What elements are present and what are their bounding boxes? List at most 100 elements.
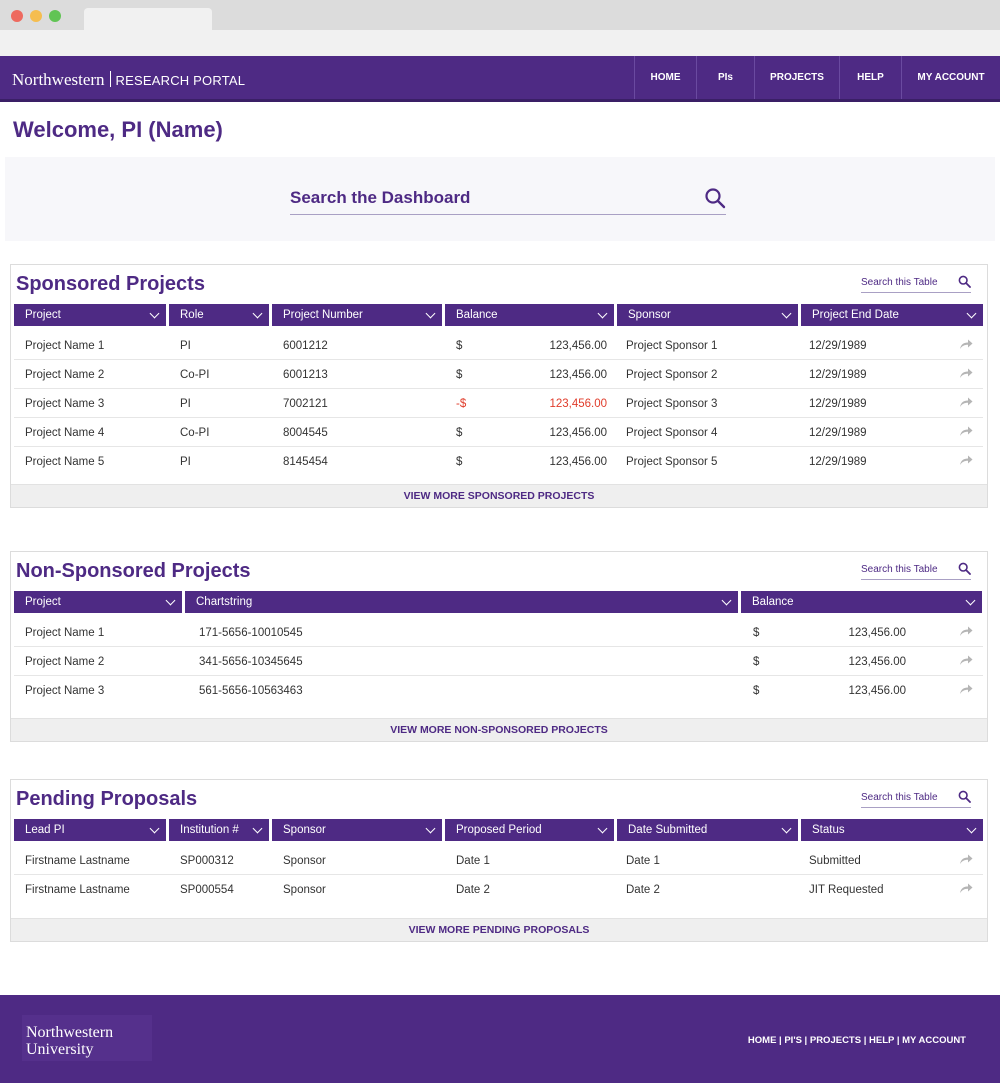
column-header-date-submitted[interactable]: Date Submitted (617, 819, 798, 841)
table-row[interactable]: Project Name 4 Co-PI 8004545 $ 123,456.0… (14, 418, 983, 447)
column-header-institution[interactable]: Institution # (169, 819, 269, 841)
table-row[interactable]: Project Name 3 PI 7002121 -$ 123,456.00 … (14, 389, 983, 418)
column-label: Role (180, 309, 204, 321)
nav-projects[interactable]: PROJECTS (754, 56, 839, 99)
chevron-down-icon (149, 308, 160, 318)
balance-amount: 123,456.00 (549, 398, 607, 410)
forward-arrow-icon[interactable] (959, 425, 973, 440)
table-row[interactable]: Project Name 5 PI 8145454 $ 123,456.00 P… (14, 447, 983, 476)
browser-tab[interactable] (84, 8, 212, 34)
column-header-project-end-date[interactable]: Project End Date (801, 304, 983, 326)
pending-proposals-title: Pending Proposals (16, 788, 198, 810)
view-more-non-sponsored-button[interactable]: VIEW MORE NON-SPONSORED PROJECTS (11, 718, 987, 741)
project-name: Project Name 2 (25, 656, 105, 668)
nav-pis[interactable]: PIs (696, 56, 754, 99)
footer-link-projects[interactable]: PROJECTS (810, 1035, 861, 1046)
column-header-sponsor[interactable]: Sponsor (272, 819, 442, 841)
forward-arrow-icon[interactable] (959, 454, 973, 469)
forward-arrow-icon[interactable] (959, 367, 973, 382)
balance-amount: 123,456.00 (848, 656, 906, 668)
non-sponsored-projects-title: Non-Sponsored Projects (16, 560, 251, 582)
forward-arrow-icon[interactable] (959, 338, 973, 353)
forward-arrow-icon[interactable] (959, 882, 973, 897)
table-search-label: Search this Table (861, 277, 938, 288)
non-sponsored-table-search[interactable]: Search this Table (861, 562, 971, 580)
search-icon[interactable] (704, 187, 726, 214)
sponsored-table-search[interactable]: Search this Table (861, 275, 971, 293)
column-header-project-number[interactable]: Project Number (272, 304, 442, 326)
table-row[interactable]: Project Name 1 PI 6001212 $ 123,456.00 P… (14, 331, 983, 360)
sponsored-projects-title: Sponsored Projects (16, 273, 205, 295)
nav-home[interactable]: HOME (634, 56, 696, 99)
project-name: Project Name 2 (25, 369, 105, 381)
role: Co-PI (180, 369, 210, 381)
column-header-lead-pi[interactable]: Lead PI (14, 819, 166, 841)
column-header-proposed-period[interactable]: Proposed Period (445, 819, 614, 841)
column-label: Project (25, 596, 61, 608)
project-name: Project Name 5 (25, 456, 105, 468)
chevron-down-icon (597, 823, 608, 833)
table-row[interactable]: Firstname Lastname SP000554 Sponsor Date… (14, 875, 983, 904)
column-header-sponsor[interactable]: Sponsor (617, 304, 798, 326)
project-name: Project Name 1 (25, 340, 105, 352)
forward-arrow-icon[interactable] (959, 853, 973, 868)
sponsor: Project Sponsor 2 (626, 369, 718, 381)
column-header-balance[interactable]: Balance (741, 591, 982, 613)
table-row[interactable]: Firstname Lastname SP000312 Sponsor Date… (14, 846, 983, 875)
sponsor: Project Sponsor 4 (626, 427, 718, 439)
column-header-role[interactable]: Role (169, 304, 269, 326)
forward-arrow-icon[interactable] (959, 625, 973, 640)
column-header-balance[interactable]: Balance (445, 304, 614, 326)
brand-divider (109, 71, 111, 87)
chevron-down-icon (425, 823, 436, 833)
non-sponsored-projects-panel: Non-Sponsored Projects Search this Table… (10, 551, 988, 742)
forward-arrow-icon[interactable] (959, 683, 973, 698)
forward-arrow-icon[interactable] (959, 396, 973, 411)
minimize-window-icon[interactable] (30, 10, 42, 22)
maximize-window-icon[interactable] (49, 10, 61, 22)
column-label: Balance (456, 309, 498, 321)
table-row[interactable]: Project Name 2 Co-PI 6001213 $ 123,456.0… (14, 360, 983, 389)
forward-arrow-icon[interactable] (959, 654, 973, 669)
brand-logo[interactable]: Northwestern RESEARCH PORTAL (12, 69, 245, 90)
footer-link-help[interactable]: HELP (869, 1035, 894, 1046)
date-submitted: Date 2 (626, 884, 660, 896)
nav-my-account[interactable]: MY ACCOUNT (901, 56, 1000, 99)
chevron-down-icon (966, 308, 977, 318)
footer-link-home[interactable]: HOME (748, 1035, 777, 1046)
column-header-chartstring[interactable]: Chartstring (185, 591, 738, 613)
footer-link-pis[interactable]: PI'S (784, 1035, 802, 1046)
sponsor: Sponsor (283, 855, 326, 867)
chevron-down-icon (721, 595, 732, 605)
dashboard-search-input[interactable]: Search the Dashboard (290, 185, 726, 215)
end-date: 12/29/1989 (809, 398, 867, 410)
role: PI (180, 398, 191, 410)
table-row[interactable]: Project Name 2 341-5656-10345645 $ 123,4… (14, 647, 983, 676)
proposals-table-body: Firstname Lastname SP000312 Sponsor Date… (14, 846, 983, 904)
column-header-project[interactable]: Project (14, 591, 182, 613)
project-name: Project Name 3 (25, 398, 105, 410)
column-header-project[interactable]: Project (14, 304, 166, 326)
footer-link-my-account[interactable]: MY ACCOUNT (902, 1035, 966, 1046)
table-row[interactable]: Project Name 1 171-5656-10010545 $ 123,4… (14, 618, 983, 647)
view-more-proposals-button[interactable]: VIEW MORE PENDING PROPOSALS (11, 918, 987, 941)
column-label: Proposed Period (456, 824, 542, 836)
table-row[interactable]: Project Name 3 561-5656-10563463 $ 123,4… (14, 676, 983, 705)
role: PI (180, 456, 191, 468)
column-label: Project (25, 309, 61, 321)
view-more-sponsored-button[interactable]: VIEW MORE SPONSORED PROJECTS (11, 484, 987, 507)
proposals-table-search[interactable]: Search this Table (861, 790, 971, 808)
column-header-status[interactable]: Status (801, 819, 983, 841)
footer-logo[interactable]: Northwestern University (22, 1015, 152, 1061)
search-placeholder: Search the Dashboard (290, 188, 471, 207)
nav-help[interactable]: HELP (839, 56, 901, 99)
chevron-down-icon (781, 823, 792, 833)
sponsored-table-body: Project Name 1 PI 6001212 $ 123,456.00 P… (14, 331, 983, 476)
chevron-down-icon (965, 595, 976, 605)
non-sponsored-table-header: Project Chartstring Balance (14, 591, 982, 613)
balance-currency: $ (456, 369, 463, 381)
project-name: Project Name 4 (25, 427, 105, 439)
sponsor: Project Sponsor 1 (626, 340, 718, 352)
close-window-icon[interactable] (11, 10, 23, 22)
sponsor: Sponsor (283, 884, 326, 896)
